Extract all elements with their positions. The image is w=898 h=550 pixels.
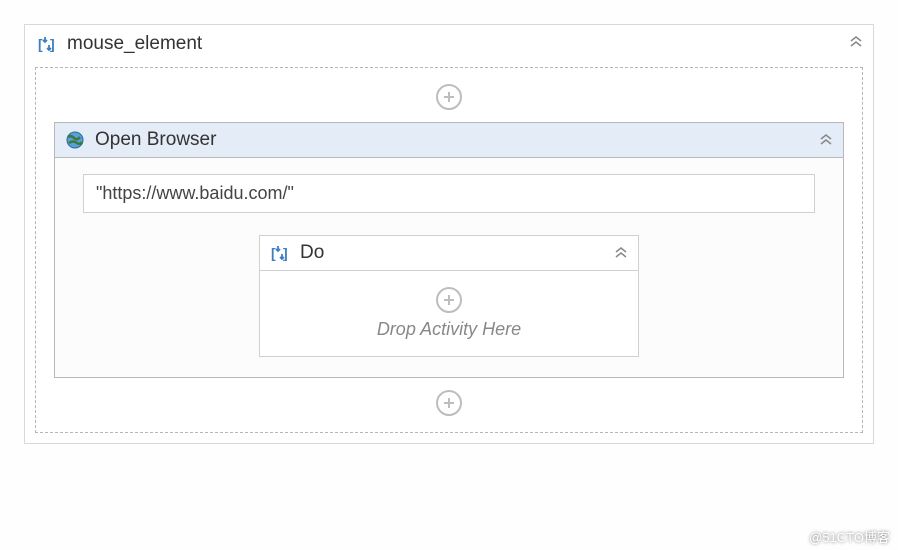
svg-text:]: ]	[50, 36, 55, 52]
plus-icon	[442, 90, 456, 104]
do-title: Do	[300, 242, 324, 264]
svg-text:[: [	[38, 36, 43, 52]
chevron-up-icon	[819, 133, 833, 147]
drop-activity-hint: Drop Activity Here	[276, 319, 622, 340]
svg-text:[: [	[271, 245, 276, 261]
chevron-up-icon	[614, 246, 628, 260]
add-activity-top-row	[36, 78, 862, 116]
do-header[interactable]: [ ] Do	[260, 236, 638, 271]
sequence-title: mouse_element	[67, 33, 202, 55]
do-activity[interactable]: [ ] Do	[259, 235, 639, 357]
add-activity-button[interactable]	[436, 287, 462, 313]
watermark: @51CTO博客	[809, 527, 890, 546]
add-activity-button[interactable]	[436, 84, 462, 110]
sequence-activity[interactable]: [ ] mouse_element	[24, 24, 874, 444]
collapse-button[interactable]	[849, 35, 863, 54]
add-activity-bottom-row	[36, 384, 862, 422]
collapse-button[interactable]	[819, 133, 833, 152]
open-browser-title: Open Browser	[95, 129, 216, 151]
sequence-header[interactable]: [ ] mouse_element	[25, 25, 873, 63]
globe-icon	[65, 130, 85, 150]
open-browser-body: [ ] Do	[55, 158, 843, 377]
plus-icon	[442, 396, 456, 410]
sequence-body: Open Browser [	[35, 67, 863, 433]
do-body[interactable]: Drop Activity Here	[260, 271, 638, 356]
chevron-up-icon	[849, 35, 863, 49]
collapse-button[interactable]	[614, 246, 628, 265]
sequence-icon: [ ]	[37, 34, 57, 54]
svg-text:]: ]	[283, 245, 288, 261]
plus-icon	[442, 293, 456, 307]
url-input[interactable]	[83, 174, 815, 213]
sequence-icon: [ ]	[270, 243, 290, 263]
open-browser-activity[interactable]: Open Browser [	[54, 122, 844, 378]
open-browser-header[interactable]: Open Browser	[55, 123, 843, 158]
add-activity-button[interactable]	[436, 390, 462, 416]
